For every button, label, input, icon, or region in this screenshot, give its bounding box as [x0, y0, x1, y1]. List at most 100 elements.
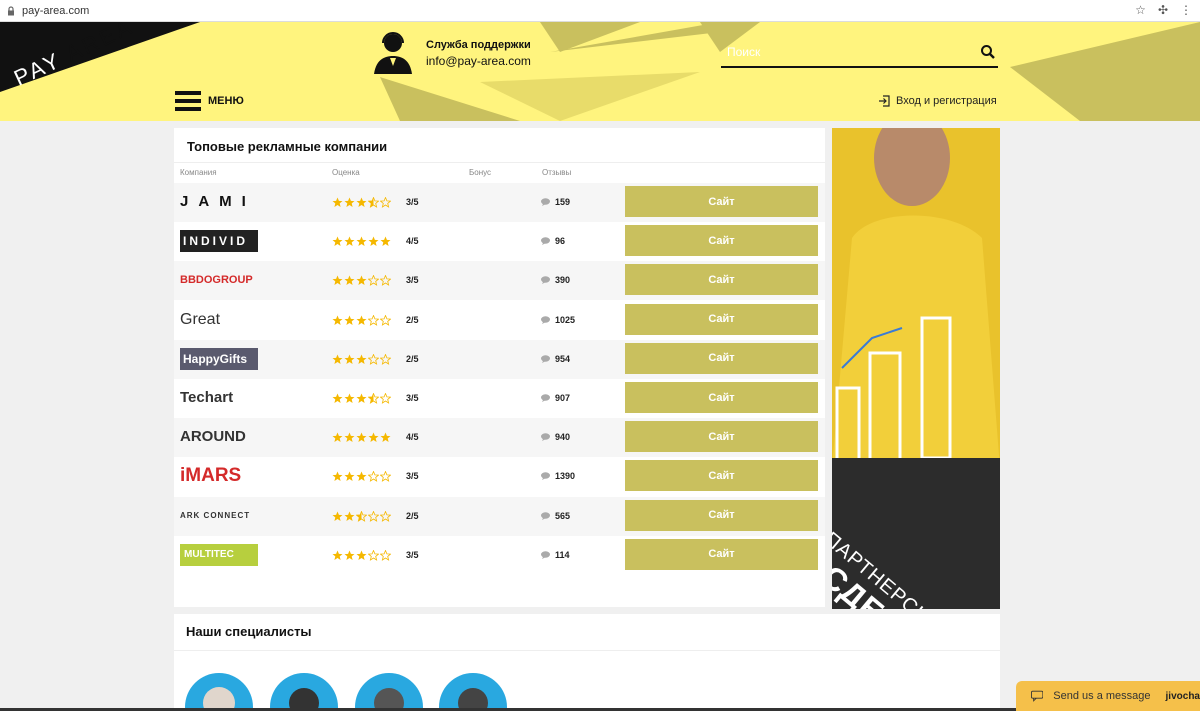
reviews-count: 954: [555, 353, 571, 364]
login-link[interactable]: Вход и регистрация: [878, 95, 997, 107]
site-button[interactable]: Сайт: [625, 225, 818, 257]
logo-pay: PAY: [10, 47, 66, 91]
star-icon: [380, 275, 391, 287]
site-button[interactable]: Сайт: [625, 382, 818, 413]
star-icon: [368, 197, 379, 208]
search-box: [721, 40, 998, 68]
company-logo[interactable]: AROUND: [180, 424, 264, 450]
star-icon: [380, 432, 391, 443]
reviews-link[interactable]: 907: [541, 393, 570, 403]
company-logo[interactable]: MULTITEC: [180, 543, 258, 566]
rating-score: 2/5: [406, 353, 419, 364]
reviews-count: 114: [555, 549, 570, 560]
table-row: ARK CONNECT 2/5 565 Сайт: [174, 496, 825, 536]
company-logo[interactable]: BBDOGROUP: [180, 267, 264, 293]
company-logo[interactable]: INDIVID: [180, 230, 258, 253]
support-email[interactable]: info@pay-area.com: [426, 54, 531, 68]
star-icon: [380, 353, 391, 365]
star-icon: [356, 510, 367, 522]
reviews-count: 940: [555, 432, 571, 443]
login-icon: [879, 95, 890, 107]
browser-menu-icon[interactable]: ⋮: [1180, 3, 1192, 17]
reviews-link[interactable]: 114: [541, 550, 570, 560]
site-button[interactable]: Сайт: [625, 538, 818, 570]
star-icon: [368, 353, 379, 365]
specialists-title: Наши специалисты: [186, 624, 312, 639]
rating-stars: [332, 393, 391, 404]
reviews-link[interactable]: 1390: [541, 471, 575, 481]
table-row: JAMI 3/5 159 Сайт: [174, 183, 825, 222]
site-button[interactable]: Сайт: [625, 303, 818, 335]
table-row: AROUND 4/5 940 Сайт: [174, 418, 825, 458]
reviews-link[interactable]: 159: [541, 197, 570, 207]
extensions-icon[interactable]: ✣: [1158, 3, 1168, 17]
url-text[interactable]: pay-area.com: [22, 5, 89, 17]
search-input[interactable]: [721, 40, 966, 64]
star-icon: [380, 510, 391, 522]
table-row: iMARS 3/5 1390 Сайт: [174, 457, 825, 496]
table-row: Techart 3/5 907 Сайт: [174, 379, 825, 418]
rating-score: 4/5: [406, 432, 419, 443]
company-logo[interactable]: ARK CONNECT: [180, 503, 264, 529]
rating-score: 3/5: [406, 471, 419, 482]
site-button[interactable]: Сайт: [625, 186, 818, 217]
star-icon: [332, 354, 343, 364]
site-button[interactable]: Сайт: [625, 499, 818, 531]
menu-button[interactable]: МЕНЮ: [175, 91, 244, 111]
rating-score: 3/5: [406, 393, 419, 403]
reviews-link[interactable]: 954: [541, 354, 570, 364]
comment-icon: [541, 472, 550, 481]
star-icon: [332, 550, 343, 560]
rating-stars: [332, 510, 391, 522]
comment-icon: [541, 237, 550, 246]
site-button[interactable]: Сайт: [625, 460, 818, 492]
specialist-avatar[interactable]: [185, 673, 253, 711]
star-icon: [356, 197, 367, 207]
site-logo[interactable]: PAY AREA: [0, 22, 200, 121]
browser-address-bar: pay-area.com ☆ ✣ ⋮: [0, 0, 1200, 22]
col-rating: Оценка: [332, 168, 360, 177]
star-icon: [380, 549, 391, 561]
comment-icon: [541, 394, 550, 402]
comment-icon: [541, 511, 550, 520]
reviews-link[interactable]: 390: [541, 275, 570, 285]
star-icon: [344, 236, 355, 247]
company-logo[interactable]: iMARS: [180, 463, 264, 489]
star-icon: [332, 393, 343, 403]
star-icon: [380, 236, 391, 247]
site-button[interactable]: Сайт: [625, 342, 818, 374]
site-button[interactable]: Сайт: [625, 421, 818, 453]
star-icon: [344, 471, 355, 482]
star-icon: [332, 471, 343, 482]
star-icon: [344, 511, 355, 521]
reviews-link[interactable]: 565: [541, 511, 570, 521]
reviews-link[interactable]: 1025: [541, 315, 575, 325]
specialist-avatar[interactable]: [439, 673, 507, 711]
star-icon: [368, 471, 379, 483]
col-company: Компания: [180, 168, 217, 177]
comment-icon: [541, 315, 550, 324]
star-icon: [344, 550, 355, 560]
site-button[interactable]: Сайт: [625, 264, 818, 296]
star-icon: [344, 197, 355, 207]
star-icon: [344, 275, 355, 286]
star-icon: [356, 354, 367, 364]
star-icon: [368, 314, 379, 326]
bookmark-star-icon[interactable]: ☆: [1135, 3, 1146, 17]
chat-widget[interactable]: Send us a message jivocha: [1016, 681, 1200, 711]
specialist-avatar[interactable]: [270, 673, 338, 711]
star-icon: [368, 510, 379, 522]
reviews-link[interactable]: 96: [541, 236, 565, 246]
company-logo[interactable]: HappyGifts: [180, 347, 258, 370]
rating-stars: [332, 549, 391, 561]
specialist-avatar[interactable]: [355, 673, 423, 711]
rating-stars: [332, 353, 391, 365]
comment-icon: [541, 433, 550, 442]
company-logo[interactable]: Great: [180, 307, 264, 333]
search-icon[interactable]: [980, 44, 996, 60]
company-logo[interactable]: JAMI: [180, 189, 264, 215]
menu-label: МЕНЮ: [208, 95, 244, 107]
partner-deals-banner[interactable]: ПАРТНЕРСКИЕ СДЕЛКИ: [832, 128, 1000, 609]
reviews-link[interactable]: 940: [541, 432, 570, 442]
company-logo[interactable]: Techart: [180, 385, 264, 411]
